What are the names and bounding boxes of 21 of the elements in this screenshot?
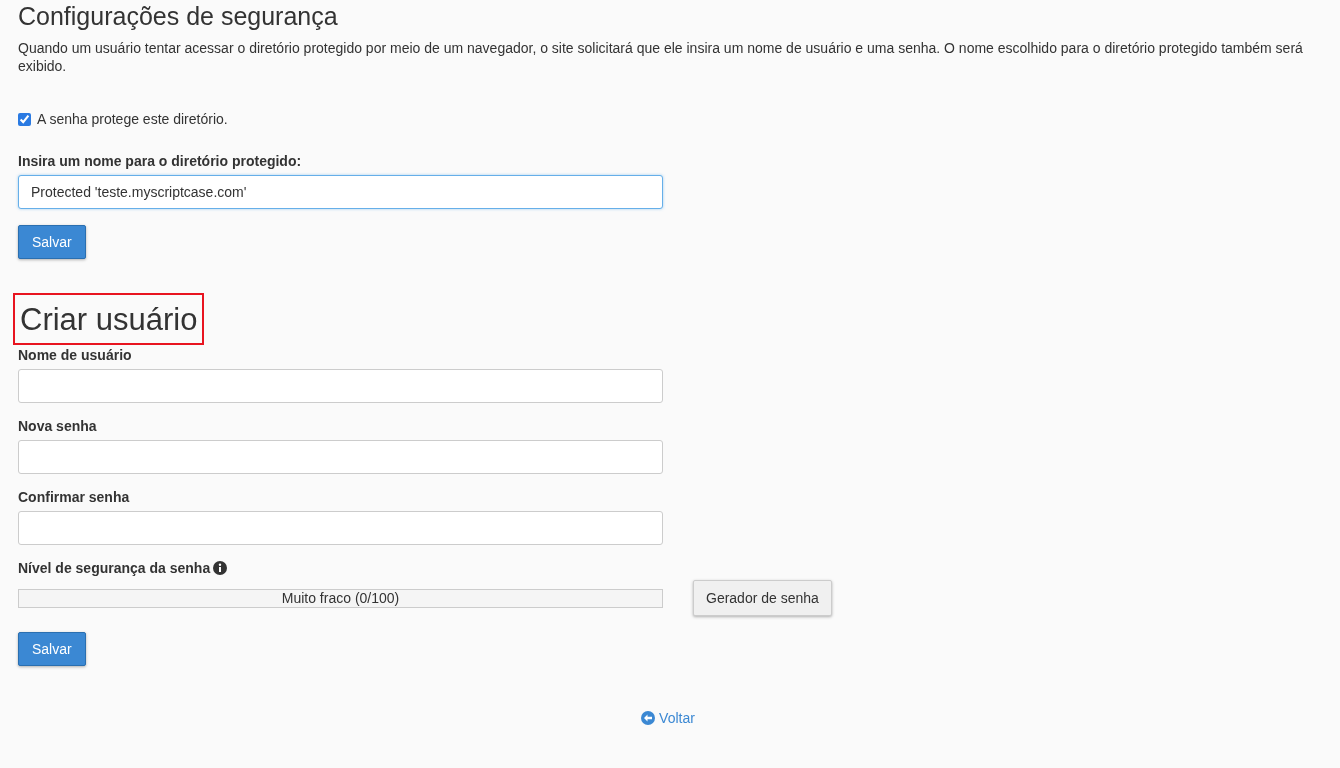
strength-reading: Muito fraco (0/100) (280, 589, 401, 607)
input-field[interactable] (18, 440, 663, 474)
section-title: Criar usuário (13, 293, 205, 345)
input-field[interactable] (18, 511, 663, 545)
field-label: Insira um nome para o diretório protegido: (18, 153, 303, 169)
checkbox-label: A senha protege este diretório. (37, 111, 228, 127)
arrow-left-icon (641, 711, 656, 725)
description-text: Quando um usuário tentar acessar o diretório protegido por meio de um navegador, o site solicitará que ele insira um nome de usuário e uma senha. O nome escolhido para o diretório protegido também será exibido. (18, 39, 1304, 75)
section-title: Configurações de segurança (18, 1, 339, 31)
field-label: Confirmar senha (18, 489, 131, 505)
save-button[interactable]: Salvar (18, 225, 86, 259)
info-icon[interactable] (213, 561, 228, 575)
field-label: Nova senha (18, 418, 98, 434)
input-field[interactable] (18, 369, 663, 403)
back-link[interactable]: Voltar (641, 710, 695, 726)
directory-name-field[interactable]: Protected 'teste.myscriptcase.com' (18, 175, 663, 209)
field-label: Nome de usuário (18, 347, 133, 363)
save-button[interactable]: Salvar (18, 632, 86, 666)
password-generator-button[interactable]: Gerador de senha (693, 580, 832, 616)
protect-checkbox[interactable] (18, 112, 31, 126)
field-label: Nível de segurança da senha (18, 560, 1318, 576)
